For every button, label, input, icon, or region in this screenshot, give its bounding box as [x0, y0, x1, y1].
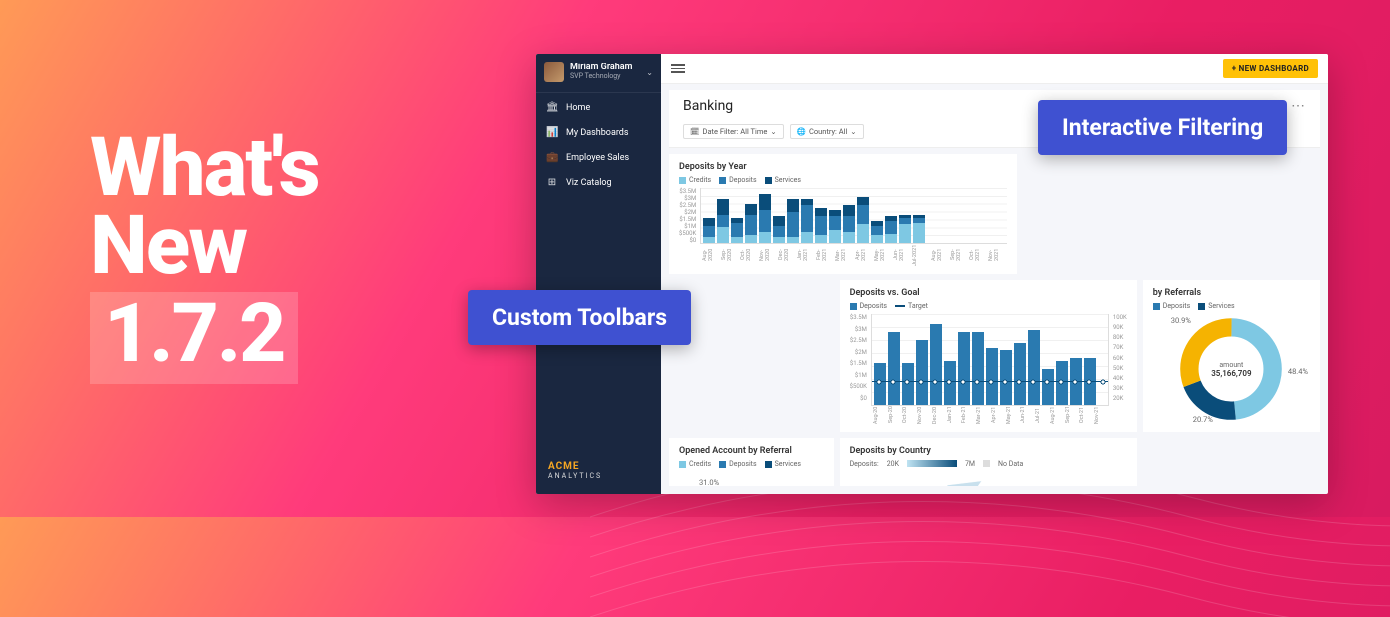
- legend: Credits Deposits Services: [679, 460, 824, 468]
- callout-interactive-filtering: Interactive Filtering: [1038, 100, 1287, 155]
- hero-text: What's New 1.7.2: [90, 130, 319, 384]
- sidebar-item-my-dashboards[interactable]: 📊 My Dashboards: [536, 120, 661, 145]
- hero-line2: New: [90, 208, 319, 286]
- card-title: Deposits by Year: [679, 162, 1007, 172]
- world-map: [850, 472, 1127, 486]
- card-deposits-by-year: Deposits by Year Credits Deposits Servic…: [669, 154, 1017, 274]
- sidebar-item-employee-sales[interactable]: 💼 Employee Sales: [536, 145, 661, 170]
- chevron-down-icon: ⌄: [646, 68, 653, 77]
- card-deposits-by-country: Deposits by Country Deposits: 20K 7M No …: [840, 438, 1137, 486]
- card-referrals-donut: by Referrals Deposits Services amount 35…: [1143, 280, 1320, 432]
- sidebar-item-label: Viz Catalog: [566, 178, 612, 188]
- pie-chart: 31.0% 20.4%: [679, 472, 824, 486]
- brand-logo: ACME ANALYTICS: [536, 447, 661, 494]
- card-title: Opened Account by Referral: [679, 446, 824, 456]
- user-block[interactable]: Miriam Graham SVP Technology ⌄: [536, 54, 661, 90]
- hero-line1: What's: [90, 130, 319, 208]
- stacked-bar-chart: $3.5M$3M$2.5M$2M$1.5M$1M$500K$0 Aug-2020…: [679, 188, 1007, 266]
- chevron-down-icon: ⌄: [850, 127, 856, 136]
- combo-chart: $3.5M$3M$2.5M$2M$1.5M$1M$500K$0 Aug-20Se…: [850, 314, 1127, 424]
- filter-date[interactable]: 🗓 Date Filter: All Time ⌄: [683, 124, 784, 139]
- sidebar-item-label: Home: [566, 103, 590, 113]
- sidebar-item-label: My Dashboards: [566, 128, 629, 138]
- filter-icon: 🌐: [797, 127, 806, 136]
- donut-chart: amount 35,166,709 30.9% 48.4% 20.7%: [1153, 314, 1310, 424]
- home-icon: 🏛: [546, 102, 558, 113]
- sidebar-item-viz-catalog[interactable]: ⊞ Viz Catalog: [536, 170, 661, 195]
- topbar: + NEW DASHBOARD: [661, 54, 1328, 84]
- sidebar: Miriam Graham SVP Technology ⌄ 🏛 Home 📊 …: [536, 54, 661, 494]
- more-icon[interactable]: ⋯: [1291, 98, 1306, 114]
- page-title: Banking: [683, 98, 733, 114]
- dashboards-icon: 📊: [546, 127, 558, 138]
- new-dashboard-button[interactable]: + NEW DASHBOARD: [1223, 59, 1318, 78]
- legend: Deposits Target: [850, 302, 1127, 310]
- legend: Credits Deposits Services: [679, 176, 1007, 184]
- dashboard-grid: Deposits by Year Credits Deposits Servic…: [669, 154, 1320, 486]
- chevron-down-icon: ⌄: [770, 127, 776, 136]
- filter-country[interactable]: 🌐 Country: All ⌄: [790, 124, 864, 139]
- filter-icon: 🗓: [690, 127, 700, 136]
- card-opened-account-pie: Opened Account by Referral Credits Depos…: [669, 438, 834, 486]
- card-title: Deposits by Country: [850, 446, 1127, 456]
- map-legend: Deposits: 20K 7M No Data: [850, 460, 1127, 468]
- card-title: by Referrals: [1153, 288, 1310, 298]
- user-role: SVP Technology: [570, 73, 640, 81]
- catalog-icon: ⊞: [546, 177, 558, 188]
- sales-icon: 💼: [546, 152, 558, 163]
- hero-version: 1.7.2: [90, 292, 298, 384]
- sidebar-item-home[interactable]: 🏛 Home: [536, 95, 661, 120]
- callout-custom-toolbars: Custom Toolbars: [468, 290, 691, 345]
- avatar: [544, 62, 564, 82]
- legend: Deposits Services: [1153, 302, 1310, 310]
- hamburger-icon[interactable]: [671, 64, 685, 73]
- card-title: Deposits vs. Goal: [850, 288, 1127, 298]
- sidebar-item-label: Employee Sales: [566, 153, 629, 163]
- card-deposits-vs-goal: Deposits vs. Goal Deposits Target $3.5M$…: [840, 280, 1137, 432]
